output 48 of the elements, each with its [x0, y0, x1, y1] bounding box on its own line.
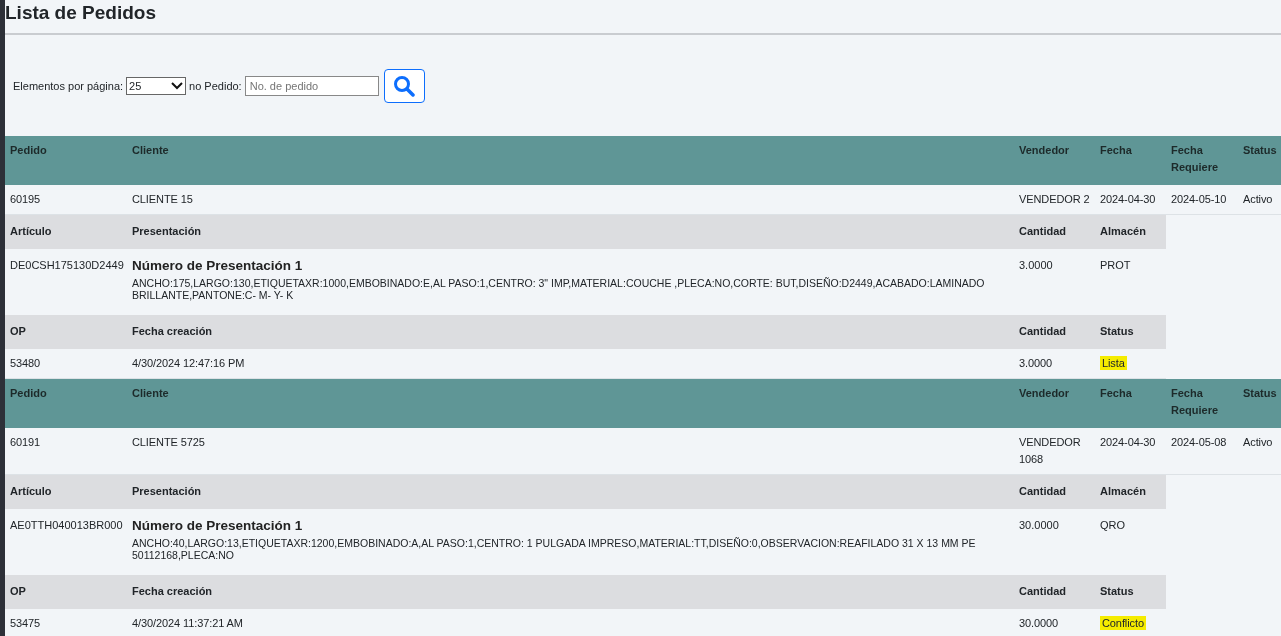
- chevron-icon: [171, 81, 184, 90]
- column-header: Artículo: [5, 215, 127, 249]
- table-cell-text: QRO: [1099, 518, 1127, 533]
- column-header: Presentación: [127, 215, 1014, 249]
- column-header: Fecha Requiere: [1166, 379, 1238, 428]
- order-number-field[interactable]: No. de pedido: [244, 75, 379, 96]
- search-button[interactable]: [383, 68, 425, 103]
- column-header: Cantidad: [1014, 475, 1095, 509]
- column-header: Pedido: [5, 379, 127, 428]
- column-header: Almacén: [1095, 215, 1166, 249]
- column-header: Pedido: [5, 136, 127, 185]
- column-header: Artículo: [5, 475, 127, 509]
- table-cell-text: 3.0000: [1018, 258, 1054, 273]
- column-header: Vendedor: [1014, 136, 1095, 185]
- column-header: Cantidad: [1014, 215, 1095, 249]
- status-text: Lista: [1100, 356, 1127, 370]
- column-header: Cliente: [127, 136, 1014, 185]
- per-page-label: Elementos por página:: [13, 79, 124, 92]
- column-header: Almacén: [1095, 475, 1166, 509]
- per-page-select[interactable]: 25: [126, 76, 187, 95]
- order-number-label: no Pedido:: [189, 79, 242, 92]
- column-header: Fecha: [1095, 379, 1166, 428]
- page-title: Lista de Pedidos: [5, 0, 1281, 35]
- column-header: OP: [5, 575, 127, 609]
- column-header: Presentación: [127, 475, 1014, 509]
- table-cell-text: DE0CSH175130D2449: [9, 258, 125, 273]
- status-text: Conflicto: [1100, 616, 1146, 630]
- column-header: Status: [1095, 575, 1166, 609]
- search-icon: [393, 74, 416, 97]
- column-header: Status: [1238, 136, 1281, 185]
- column-header: Status: [1095, 315, 1166, 349]
- presentation-title: Número de Presentación 1: [132, 257, 304, 275]
- table-cell-text: 30.0000: [1018, 518, 1060, 533]
- column-header: Fecha creación: [127, 575, 1014, 609]
- column-header: Vendedor: [1014, 379, 1095, 428]
- presentation-detail: ANCHO:175,LARGO:130,ETIQUETAXR:1000,EMBOBINADO:E,AL PASO:1,CENTRO: 3" IMP,MATERIAL:COUCHE ,PLECA:NO,CORTE: BUT,DISEÑO:D2449,ACABADO:LAMINADO BRILLANTE,PANTONE:C- M- Y- K: [132, 277, 986, 301]
- column-header: Cliente: [127, 379, 1014, 428]
- column-header: Fecha Requiere: [1166, 136, 1238, 185]
- column-header: Cantidad: [1014, 315, 1095, 349]
- table-cell-text: AE0TTH040013BR000: [9, 518, 124, 533]
- column-header: OP: [5, 315, 127, 349]
- column-header: Status: [1238, 379, 1281, 428]
- column-header: Fecha: [1095, 136, 1166, 185]
- column-header: Fecha creación: [127, 315, 1014, 349]
- table-cell-text: PROT: [1099, 258, 1132, 273]
- presentation-detail: ANCHO:40,LARGO:13,ETIQUETAXR:1200,EMBOBINADO:A,AL PASO:1,CENTRO: 1 PULGADA IMPRESO,MATERIAL:TT,DISEÑO:0,OBSERVACION:REAFILADO 31 X 13 MM PE 50112168,PLECA:NO: [132, 537, 977, 561]
- column-header: Cantidad: [1014, 575, 1095, 609]
- presentation-title: Número de Presentación 1: [132, 517, 304, 535]
